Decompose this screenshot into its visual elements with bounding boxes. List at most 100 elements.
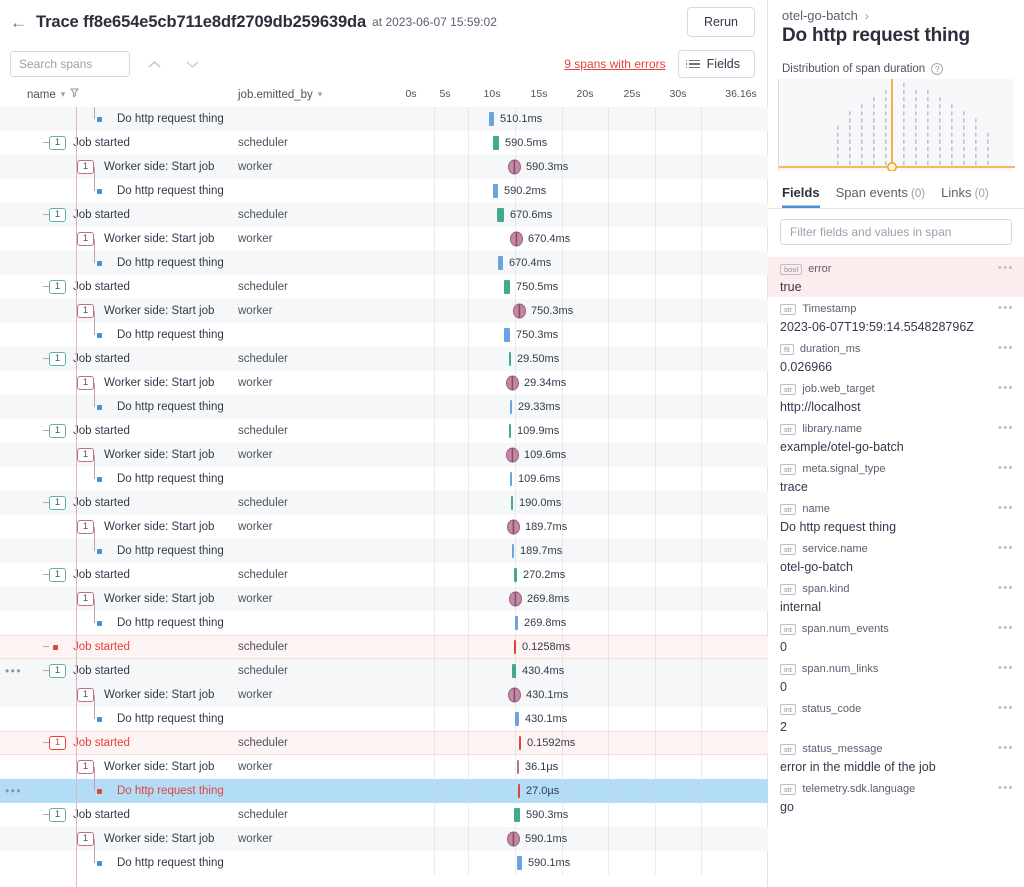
ellipsis-icon[interactable]: ••• <box>998 701 1014 715</box>
span-row[interactable]: 1Worker side: Start jobworker36.1µs <box>0 755 768 779</box>
ellipsis-icon[interactable]: ••• <box>998 581 1014 595</box>
ellipsis-icon[interactable]: ••• <box>998 661 1014 675</box>
ellipsis-icon[interactable]: ••• <box>998 741 1014 755</box>
child-count-badge[interactable]: 1 <box>77 520 94 534</box>
child-count-badge[interactable]: 1 <box>49 280 66 294</box>
ellipsis-icon[interactable]: ••• <box>998 541 1014 555</box>
search-input[interactable] <box>10 51 130 77</box>
span-duration-bar[interactable] <box>493 184 498 198</box>
span-row[interactable]: 1Worker side: Start jobworker430.1ms <box>0 683 768 707</box>
ellipsis-icon[interactable]: ••• <box>998 341 1014 355</box>
child-count-badge[interactable]: 1 <box>77 688 94 702</box>
chevron-down-icon[interactable]: ▾ <box>61 89 66 100</box>
span-row[interactable]: Do http request thing750.3ms <box>0 323 768 347</box>
span-duration-bar[interactable] <box>514 808 520 822</box>
child-count-badge[interactable]: 1 <box>77 592 94 606</box>
column-header-name[interactable]: name ▾ <box>0 88 238 101</box>
span-field[interactable]: strjob.web_target•••http://localhost <box>768 377 1024 417</box>
ellipsis-icon[interactable]: ••• <box>998 621 1014 635</box>
tab-fields[interactable]: Fields <box>782 185 820 208</box>
tab-span-events[interactable]: Span events (0) <box>836 185 926 208</box>
span-row[interactable]: 1Job startedscheduler190.0ms <box>0 491 768 515</box>
span-row[interactable]: 1Worker side: Start jobworker109.6ms <box>0 443 768 467</box>
span-row[interactable]: Do http request thing590.2ms <box>0 179 768 203</box>
span-duration-bar[interactable] <box>519 736 521 750</box>
span-row[interactable]: 1Worker side: Start jobworker29.34ms <box>0 371 768 395</box>
span-field[interactable]: strTimestamp•••2023-06-07T19:59:14.55482… <box>768 297 1024 337</box>
child-count-badge[interactable]: 1 <box>49 808 66 822</box>
span-field[interactable]: strname•••Do http request thing <box>768 497 1024 537</box>
span-field[interactable]: fltduration_ms•••0.026966 <box>768 337 1024 377</box>
span-row[interactable]: Do http request thing590.1ms <box>0 851 768 875</box>
spans-with-errors-link[interactable]: 9 spans with errors <box>564 57 665 71</box>
span-row[interactable]: 1Worker side: Start jobworker269.8ms <box>0 587 768 611</box>
span-row[interactable]: 1Worker side: Start jobworker590.1ms <box>0 827 768 851</box>
child-count-badge[interactable]: 1 <box>49 208 66 222</box>
span-row[interactable]: 1Worker side: Start jobworker670.4ms <box>0 227 768 251</box>
span-duration-bar[interactable] <box>510 400 512 414</box>
span-duration-bar[interactable] <box>514 640 516 654</box>
span-row[interactable]: •••1Job startedscheduler430.4ms <box>0 659 768 683</box>
filter-fields-input[interactable] <box>780 219 1012 245</box>
child-count-badge[interactable]: 1 <box>49 424 66 438</box>
span-duration-bar[interactable] <box>514 568 517 582</box>
child-count-badge[interactable]: 1 <box>49 496 66 510</box>
span-duration-bar[interactable] <box>515 616 518 630</box>
child-count-badge[interactable]: 1 <box>77 760 94 774</box>
span-duration-bar[interactable] <box>498 256 503 270</box>
span-duration-distribution-chart[interactable] <box>778 79 1014 171</box>
span-duration-bar[interactable] <box>510 472 512 486</box>
span-row[interactable]: Do http request thing109.6ms <box>0 467 768 491</box>
ellipsis-icon[interactable]: ••• <box>998 301 1014 315</box>
fields-toggle-button[interactable]: Fields <box>678 50 755 78</box>
span-duration-bar[interactable] <box>509 352 511 366</box>
span-row[interactable]: Do http request thing269.8ms <box>0 611 768 635</box>
child-count-badge[interactable]: 1 <box>77 160 94 174</box>
arrow-left-icon[interactable]: ← <box>10 14 27 31</box>
span-duration-bar[interactable] <box>489 112 494 126</box>
child-count-badge[interactable]: 1 <box>49 352 66 366</box>
span-field[interactable]: intstatus_code•••2 <box>768 697 1024 737</box>
child-count-badge[interactable]: 1 <box>49 568 66 582</box>
ellipsis-icon[interactable]: ••• <box>998 461 1014 475</box>
span-row[interactable]: Do http request thing29.33ms <box>0 395 768 419</box>
span-field[interactable]: strservice.name•••otel-go-batch <box>768 537 1024 577</box>
span-duration-bar[interactable] <box>518 784 520 798</box>
column-header-emitted-by[interactable]: job.emitted_by ▾ <box>238 89 400 101</box>
span-duration-bar[interactable] <box>515 712 519 726</box>
funnel-icon[interactable] <box>70 88 79 101</box>
span-field[interactable]: strspan.kind•••internal <box>768 577 1024 617</box>
row-menu-icon[interactable]: ••• <box>0 785 27 797</box>
child-count-badge[interactable]: 1 <box>77 832 94 846</box>
span-row[interactable]: 1Job startedscheduler0.1592ms <box>0 731 768 755</box>
span-row[interactable]: 1Worker side: Start jobworker590.3ms <box>0 155 768 179</box>
span-row[interactable]: 1Job startedscheduler270.2ms <box>0 563 768 587</box>
span-field[interactable]: intspan.num_events•••0 <box>768 617 1024 657</box>
span-field[interactable]: strlibrary.name•••example/otel-go-batch <box>768 417 1024 457</box>
span-duration-bar[interactable] <box>517 856 522 870</box>
ellipsis-icon[interactable]: ••• <box>998 421 1014 435</box>
span-row[interactable]: 1Worker side: Start jobworker750.3ms <box>0 299 768 323</box>
child-count-badge[interactable]: 1 <box>49 736 66 750</box>
span-row[interactable]: •••Do http request thing27.0µs <box>0 779 768 803</box>
ellipsis-icon[interactable]: ••• <box>998 261 1014 275</box>
span-field[interactable]: strtelemetry.sdk.language•••go <box>768 777 1024 817</box>
child-count-badge[interactable]: 1 <box>77 232 94 246</box>
span-duration-bar[interactable] <box>504 328 510 342</box>
chevron-down-icon[interactable] <box>178 51 206 77</box>
tab-links[interactable]: Links (0) <box>941 185 989 208</box>
span-row[interactable]: 1Job startedscheduler670.6ms <box>0 203 768 227</box>
child-count-badge[interactable]: 1 <box>77 304 94 318</box>
span-row[interactable]: 1Job startedscheduler590.5ms <box>0 131 768 155</box>
span-duration-bar[interactable] <box>509 424 511 438</box>
span-row[interactable]: Do http request thing430.1ms <box>0 707 768 731</box>
ellipsis-icon[interactable]: ••• <box>998 381 1014 395</box>
span-row[interactable]: Do http request thing189.7ms <box>0 539 768 563</box>
child-count-badge[interactable]: 1 <box>49 664 66 678</box>
span-row[interactable]: 1Job startedscheduler29.50ms <box>0 347 768 371</box>
span-row[interactable]: 1Job startedscheduler590.3ms <box>0 803 768 827</box>
question-mark-icon[interactable]: ? <box>931 63 943 75</box>
span-row[interactable]: Do http request thing510.1ms <box>0 107 768 131</box>
breadcrumb-service[interactable]: otel-go-batch <box>782 8 858 23</box>
child-count-badge[interactable]: 1 <box>77 448 94 462</box>
